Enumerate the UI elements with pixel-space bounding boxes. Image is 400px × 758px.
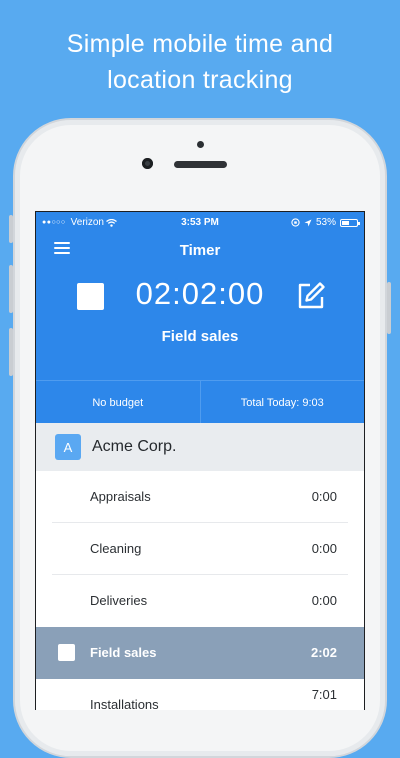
battery-icon bbox=[340, 218, 360, 227]
total-today-label: Total Today: 9:03 bbox=[199, 381, 365, 424]
current-activity: Field sales bbox=[161, 328, 239, 345]
headline-line-2: location tracking bbox=[107, 66, 293, 94]
status-bar: ●●○○○ Verizon 3:53 PM 53% bbox=[36, 212, 364, 232]
phone-volume-down bbox=[9, 328, 13, 376]
active-task-stop-icon[interactable] bbox=[58, 644, 75, 661]
budget-label: No budget bbox=[92, 396, 144, 409]
promo-headline: Simple mobile time and location tracking bbox=[0, 26, 400, 98]
phone-sensor bbox=[197, 141, 204, 148]
phone-side-button bbox=[9, 215, 13, 243]
task-label: Cleaning bbox=[90, 541, 142, 556]
app-screen: ●●○○○ Verizon 3:53 PM 53% Timer 02:02:00… bbox=[35, 211, 365, 710]
task-row-cleaning[interactable]: Cleaning 0:00 bbox=[36, 523, 364, 575]
stats-bar: No budget Total Today: 9:03 bbox=[36, 380, 364, 424]
task-row-appraisals[interactable]: Appraisals 0:00 bbox=[36, 471, 364, 523]
task-label: Field sales bbox=[90, 645, 157, 660]
client-avatar: A bbox=[55, 434, 81, 460]
task-time: 0:00 bbox=[311, 593, 337, 608]
task-row-installations[interactable]: Installations 7:01 › bbox=[36, 679, 364, 710]
phone-power-button bbox=[387, 282, 391, 334]
client-name: Acme Corp. bbox=[92, 438, 177, 455]
task-label: Appraisals bbox=[90, 489, 151, 504]
orientation-lock-icon bbox=[291, 218, 300, 227]
task-label: Installations bbox=[90, 697, 159, 710]
phone-volume-up bbox=[9, 265, 13, 313]
task-label: Deliveries bbox=[90, 593, 148, 608]
edit-icon[interactable] bbox=[295, 280, 327, 312]
battery-percent: 53% bbox=[315, 217, 336, 228]
task-time: 7:01 bbox=[311, 687, 337, 702]
phone-speaker bbox=[174, 161, 227, 168]
task-row-deliveries[interactable]: Deliveries 0:00 bbox=[36, 575, 364, 627]
task-list: Appraisals 0:00 Cleaning 0:00 Deliveries… bbox=[36, 471, 364, 710]
task-time: 0:00 bbox=[311, 541, 337, 556]
page-title: Timer bbox=[179, 242, 221, 259]
phone-camera bbox=[142, 158, 153, 169]
timer-panel: ●●○○○ Verizon 3:53 PM 53% Timer 02:02:00… bbox=[36, 212, 364, 424]
location-arrow-icon bbox=[304, 219, 312, 226]
client-header[interactable]: A Acme Corp. bbox=[36, 423, 364, 471]
task-time: 0:00 bbox=[311, 489, 337, 504]
chevron-right-icon: › bbox=[353, 689, 358, 710]
headline-line-1: Simple mobile time and bbox=[66, 30, 334, 58]
battery-level bbox=[342, 220, 350, 225]
